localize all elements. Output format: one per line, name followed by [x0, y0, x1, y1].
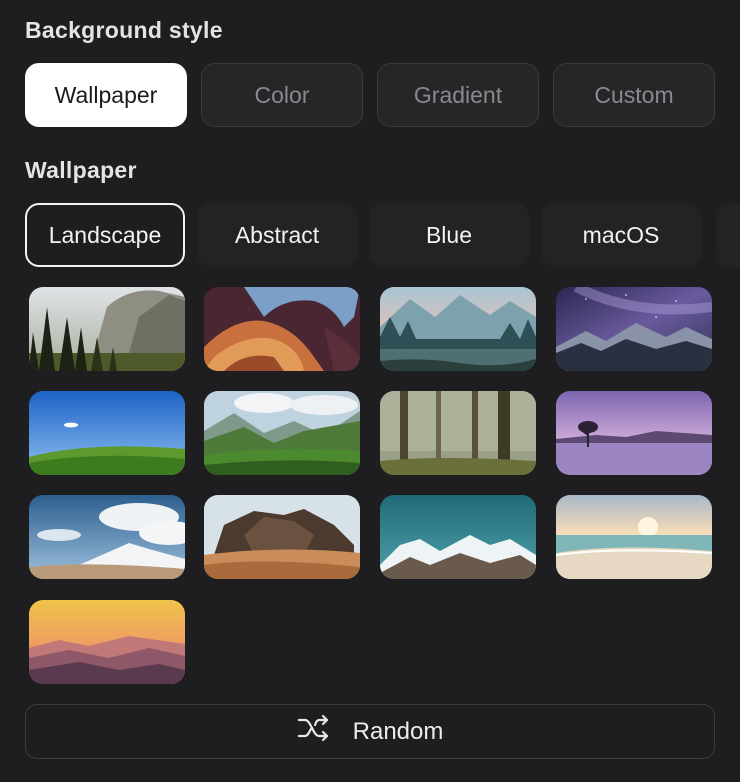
style-option-custom[interactable]: Custom: [553, 63, 715, 127]
style-option-gradient[interactable]: Gradient: [377, 63, 539, 127]
background-style-title: Background style: [25, 17, 223, 43]
wallpaper-thumb-snowy-peak-clouds[interactable]: [29, 495, 185, 579]
category-overflow-edge: [716, 203, 740, 267]
random-button[interactable]: Random: [25, 704, 715, 759]
wallpaper-thumb-milky-way-mountains[interactable]: [556, 287, 712, 371]
wallpaper-thumb-antelope-canyon[interactable]: [204, 287, 360, 371]
style-option-wallpaper[interactable]: Wallpaper: [25, 63, 187, 127]
style-option-color[interactable]: Color: [201, 63, 363, 127]
category-macos[interactable]: macOS: [541, 203, 701, 267]
wallpaper-title: Wallpaper: [25, 157, 137, 183]
shuffle-icon: [297, 713, 331, 750]
category-blue[interactable]: Blue: [369, 203, 529, 267]
wallpaper-thumb-alpine-valley[interactable]: [204, 391, 360, 475]
wallpaper-thumb-green-hill-blue-sky[interactable]: [29, 391, 185, 475]
category-landscape[interactable]: Landscape: [25, 203, 185, 267]
wallpaper-thumb-golden-mountain-haze[interactable]: [29, 600, 185, 684]
wallpaper-thumb-misty-lake-mountains[interactable]: [380, 287, 536, 371]
wallpaper-thumb-desert-rock[interactable]: [204, 495, 360, 579]
random-button-label: Random: [352, 717, 444, 745]
wallpaper-thumb-beach-sunset[interactable]: [556, 495, 712, 579]
wallpaper-thumb-yosemite-valley[interactable]: [29, 287, 185, 371]
wallpaper-thumb-purple-lake-tree[interactable]: [556, 391, 712, 475]
wallpaper-thumb-snow-mountain-range[interactable]: [380, 495, 536, 579]
wallpaper-thumb-foggy-forest[interactable]: [380, 391, 536, 475]
category-abstract[interactable]: Abstract: [197, 203, 357, 267]
